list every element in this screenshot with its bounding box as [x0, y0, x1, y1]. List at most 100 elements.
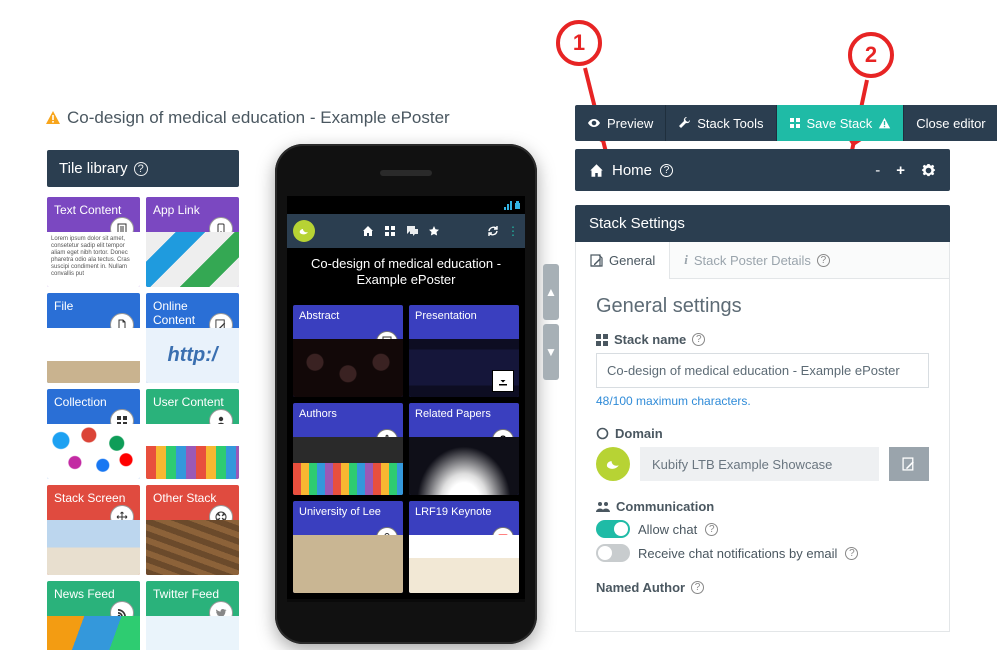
- stack-name-input[interactable]: [596, 353, 929, 388]
- help-icon[interactable]: ?: [817, 254, 830, 267]
- tab-general[interactable]: General: [576, 242, 670, 278]
- grid-icon[interactable]: [384, 225, 396, 237]
- tile-label: Online Content: [153, 299, 195, 327]
- phone-tile-authors[interactable]: Authors: [293, 403, 403, 495]
- annotation-number: 2: [865, 42, 877, 68]
- phone-tile-lrf19-keynote[interactable]: LRF19 Keynote: [409, 501, 519, 593]
- allow-chat-label: Allow chat: [638, 522, 697, 537]
- editor-toolbar: Preview Stack Tools Save Stack Close edi…: [575, 105, 950, 141]
- library-tile-file[interactable]: File: [47, 293, 140, 383]
- home-icon[interactable]: [362, 225, 374, 237]
- help-icon[interactable]: ?: [660, 164, 673, 177]
- phone-tile-related-papers[interactable]: Related Papers3: [409, 403, 519, 495]
- help-icon[interactable]: ?: [691, 581, 704, 594]
- preview-label: Preview: [607, 116, 653, 131]
- phone-tile-label: LRF19 Keynote: [415, 506, 491, 518]
- phone-tile-label: Related Papers: [415, 408, 491, 420]
- phone-tile-presentation[interactable]: Presentation: [409, 305, 519, 397]
- tile-label: News Feed: [54, 587, 115, 601]
- stack-settings-header: Stack Settings: [575, 205, 950, 242]
- phone-tile-label: University of Lee: [299, 506, 381, 518]
- warning-icon: [878, 117, 891, 130]
- page-title: Co-design of medical education - Example…: [45, 108, 450, 128]
- scroll-up-button[interactable]: ▲: [543, 264, 559, 320]
- download-icon[interactable]: [492, 370, 514, 392]
- help-icon[interactable]: ?: [705, 523, 718, 536]
- tile-label: Other Stack: [153, 491, 216, 505]
- ring-icon: [596, 427, 609, 440]
- library-tile-user-content[interactable]: User Content: [146, 389, 239, 479]
- stack-tools-button[interactable]: Stack Tools: [666, 105, 776, 141]
- phone-tile-label: Abstract: [299, 310, 339, 322]
- tab-poster-details[interactable]: i Stack Poster Details ?: [670, 242, 844, 278]
- annotation-marker-2: 2: [848, 32, 894, 78]
- chat-icon[interactable]: [406, 225, 418, 237]
- named-author-label: Named Author ?: [596, 580, 929, 595]
- library-tile-online-content[interactable]: Online Contenthttp:/: [146, 293, 239, 383]
- phone-tile-abstract[interactable]: Abstract: [293, 305, 403, 397]
- close-editor-label: Close editor: [916, 116, 985, 131]
- tile-label: User Content: [153, 395, 224, 409]
- phone-mockup: ⋮ Co-design of medical education - Examp…: [275, 144, 537, 644]
- library-tile-news-feed[interactable]: News Feed: [47, 581, 140, 650]
- home-icon[interactable]: [589, 163, 604, 178]
- tab-general-label: General: [609, 253, 655, 268]
- warning-icon: [45, 110, 61, 126]
- kebab-icon[interactable]: ⋮: [507, 224, 519, 238]
- domain-label: Domain: [596, 426, 929, 441]
- tile-label: File: [54, 299, 73, 313]
- char-counter: 48/100 maximum characters.: [596, 394, 929, 408]
- help-icon[interactable]: ?: [134, 162, 148, 176]
- settings-tabs: General i Stack Poster Details ?: [575, 242, 950, 279]
- stack-tools-label: Stack Tools: [697, 116, 763, 131]
- phone-tile-label: Authors: [299, 408, 337, 420]
- phone-toolbar: ⋮: [287, 214, 525, 248]
- help-icon[interactable]: ?: [692, 333, 705, 346]
- help-icon[interactable]: ?: [845, 547, 858, 560]
- stack-name-label: Stack name ?: [596, 332, 929, 347]
- breadcrumb-bar: Home ? - +: [575, 149, 950, 191]
- preview-button[interactable]: Preview: [575, 105, 666, 141]
- stack-settings-title: Stack Settings: [589, 215, 685, 232]
- library-tile-other-stack[interactable]: Other Stack: [146, 485, 239, 575]
- users-icon: [596, 501, 610, 513]
- phone-stack-title: Co-design of medical education - Example…: [287, 248, 525, 299]
- tile-label: Collection: [54, 395, 107, 409]
- library-tile-text-content[interactable]: Text ContentLorem ipsum dolor sit amet, …: [47, 197, 140, 287]
- tile-label: Stack Screen: [54, 491, 125, 505]
- library-tile-app-link[interactable]: App Link: [146, 197, 239, 287]
- brand-logo: [293, 220, 315, 242]
- domain-edit-button[interactable]: [889, 447, 929, 481]
- page-title-text: Co-design of medical education - Example…: [67, 108, 450, 128]
- phone-tile-university-of-lee[interactable]: University of Lee: [293, 501, 403, 593]
- email-notifications-toggle[interactable]: [596, 544, 630, 562]
- communication-label: Communication: [596, 499, 929, 514]
- gear-icon[interactable]: [921, 163, 936, 178]
- library-tile-stack-screen[interactable]: Stack Screen: [47, 485, 140, 575]
- phone-statusbar: [287, 196, 525, 214]
- domain-logo: [596, 447, 630, 481]
- email-notifications-label: Receive chat notifications by email: [638, 546, 837, 561]
- minus-button[interactable]: -: [875, 162, 880, 179]
- star-icon[interactable]: [428, 225, 440, 237]
- library-tile-collection[interactable]: Collection: [47, 389, 140, 479]
- library-tile-twitter-feed[interactable]: Twitter Feed: [146, 581, 239, 650]
- save-stack-button[interactable]: Save Stack: [777, 105, 905, 141]
- domain-value: Kubify LTB Example Showcase: [640, 447, 879, 481]
- annotation-number: 1: [573, 30, 585, 56]
- tile-library-title: Tile library: [59, 160, 128, 177]
- tile-label: App Link: [153, 203, 200, 217]
- allow-chat-toggle[interactable]: [596, 520, 630, 538]
- add-button[interactable]: +: [896, 162, 905, 179]
- scroll-down-button[interactable]: ▼: [543, 324, 559, 380]
- grid-icon: [596, 334, 608, 346]
- phone-tile-label: Presentation: [415, 310, 477, 322]
- tile-label: Text Content: [54, 203, 121, 217]
- general-settings-heading: General settings: [596, 295, 929, 318]
- refresh-icon[interactable]: [487, 225, 499, 237]
- tile-library-header: Tile library ?: [47, 150, 239, 187]
- close-editor-button[interactable]: Close editor: [904, 105, 997, 141]
- tile-label: Twitter Feed: [153, 587, 219, 601]
- tab-poster-label: Stack Poster Details: [694, 253, 811, 268]
- breadcrumb-home[interactable]: Home: [612, 162, 652, 179]
